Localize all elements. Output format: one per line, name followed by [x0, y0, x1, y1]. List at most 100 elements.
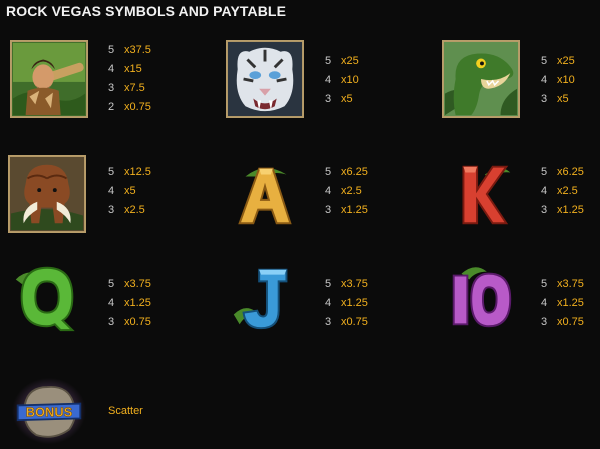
paytable-row: 3 x7.5 [108, 79, 151, 98]
symbol-count: 3 [108, 204, 115, 216]
paytable-row: 4 x5 [108, 182, 151, 201]
paytable-letter-q: 5 x3.75 4 x1.25 3 x0.75 [108, 275, 151, 332]
payout-multiplier: x0.75 [341, 316, 368, 328]
symbol-count: 5 [541, 55, 548, 67]
paytable-row: 4 x10 [541, 71, 575, 90]
dinosaur-icon [442, 40, 520, 118]
letter-j-icon [226, 258, 304, 336]
paytable-white-tiger: 5 x25 4 x10 3 x5 [325, 52, 359, 109]
paytable-row: 5 x3.75 [541, 275, 584, 294]
letter-a-icon [226, 155, 304, 233]
paytable-row: 4 x10 [325, 71, 359, 90]
payout-multiplier: x12.5 [124, 166, 151, 178]
paytable-row: 5 x6.25 [541, 163, 584, 182]
payout-multiplier: x6.25 [341, 166, 368, 178]
symbol-count: 4 [541, 185, 548, 197]
payout-multiplier: x3.75 [341, 278, 368, 290]
paytable-row: 3 x5 [541, 90, 575, 109]
symbol-count: 5 [108, 278, 115, 290]
symbol-count: 5 [325, 55, 332, 67]
paytable-row: 3 x1.25 [541, 201, 584, 220]
caveman-icon [10, 40, 88, 118]
symbol-count: 3 [325, 204, 332, 216]
paytable-row: 3 x0.75 [325, 313, 368, 332]
payout-multiplier: x25 [341, 55, 359, 67]
paytable-row: 4 x2.5 [541, 182, 584, 201]
payout-multiplier: x2.5 [341, 185, 362, 197]
payout-multiplier: x0.75 [124, 316, 151, 328]
paytable-mammoth: 5 x12.5 4 x5 3 x2.5 [108, 163, 151, 220]
letter-q-icon [8, 258, 86, 336]
symbol-count: 2 [108, 101, 115, 113]
white-tiger-icon [226, 40, 304, 118]
symbol-count: 4 [325, 185, 332, 197]
payout-multiplier: x25 [557, 55, 575, 67]
paytable-row: 2 x0.75 [108, 98, 151, 117]
payout-multiplier: x1.25 [557, 297, 584, 309]
payout-multiplier: x5 [124, 185, 136, 197]
symbol-count: 4 [541, 297, 548, 309]
symbol-count: 3 [325, 316, 332, 328]
payout-multiplier: x5 [341, 93, 353, 105]
payout-multiplier: x2.5 [557, 185, 578, 197]
symbol-count: 5 [108, 44, 115, 56]
symbol-count: 4 [325, 74, 332, 86]
paytable-row: 5 x3.75 [108, 275, 151, 294]
paytable-row: 4 x2.5 [325, 182, 368, 201]
number-10-icon [442, 258, 520, 336]
paytable-row: 5 x25 [541, 52, 575, 71]
payout-multiplier: x0.75 [124, 101, 151, 113]
symbol-count: 5 [541, 166, 548, 178]
payout-multiplier: x3.75 [557, 278, 584, 290]
paytable-letter-a: 5 x6.25 4 x2.5 3 x1.25 [325, 163, 368, 220]
bonus-scatter-icon: BONUS [12, 376, 86, 446]
paytable-letter-k: 5 x6.25 4 x2.5 3 x1.25 [541, 163, 584, 220]
paytable-row: 4 x1.25 [541, 294, 584, 313]
payout-multiplier: x1.25 [557, 204, 584, 216]
bonus-badge-text: BONUS [26, 405, 73, 420]
symbol-count: 3 [541, 316, 548, 328]
paytable-row: 4 x1.25 [108, 294, 151, 313]
paytable-row: 5 x25 [325, 52, 359, 71]
symbol-count: 5 [325, 166, 332, 178]
paytable-row: 3 x5 [325, 90, 359, 109]
paytable-row: 5 x3.75 [325, 275, 368, 294]
payout-multiplier: x1.25 [341, 204, 368, 216]
symbol-count: 3 [541, 204, 548, 216]
payout-multiplier: x15 [124, 63, 142, 75]
symbol-count: 3 [325, 93, 332, 105]
payout-multiplier: x2.5 [124, 204, 145, 216]
symbol-count: 4 [108, 297, 115, 309]
paytable-row: 5 x6.25 [325, 163, 368, 182]
payout-multiplier: x10 [557, 74, 575, 86]
symbol-count: 4 [108, 63, 115, 75]
symbol-count: 4 [325, 297, 332, 309]
payout-multiplier: x6.25 [557, 166, 584, 178]
paytable-row: 5 x37.5 [108, 41, 151, 60]
page-title: ROCK VEGAS SYMBOLS AND PAYTABLE [6, 3, 287, 19]
paytable-row: 4 x1.25 [325, 294, 368, 313]
paytable-number-10: 5 x3.75 4 x1.25 3 x0.75 [541, 275, 584, 332]
payout-multiplier: x1.25 [124, 297, 151, 309]
payout-multiplier: x7.5 [124, 82, 145, 94]
symbol-count: 5 [108, 166, 115, 178]
payout-multiplier: x37.5 [124, 44, 151, 56]
symbol-count: 5 [325, 278, 332, 290]
payout-multiplier: x3.75 [124, 278, 151, 290]
symbol-count: 3 [541, 93, 548, 105]
symbol-count: 3 [108, 316, 115, 328]
paytable-letter-j: 5 x3.75 4 x1.25 3 x0.75 [325, 275, 368, 332]
paytable-caveman: 5 x37.5 4 x15 3 x7.5 2 x0.75 [108, 41, 151, 117]
paytable-dinosaur: 5 x25 4 x10 3 x5 [541, 52, 575, 109]
payout-multiplier: x10 [341, 74, 359, 86]
payout-multiplier: x1.25 [341, 297, 368, 309]
symbol-count: 5 [541, 278, 548, 290]
paytable-row: 5 x12.5 [108, 163, 151, 182]
symbol-count: 4 [541, 74, 548, 86]
payout-multiplier: x0.75 [557, 316, 584, 328]
scatter-label: Scatter [108, 405, 143, 417]
symbol-count: 3 [108, 82, 115, 94]
paytable-row: 3 x0.75 [108, 313, 151, 332]
paytable-row: 3 x1.25 [325, 201, 368, 220]
paytable-row: 3 x2.5 [108, 201, 151, 220]
